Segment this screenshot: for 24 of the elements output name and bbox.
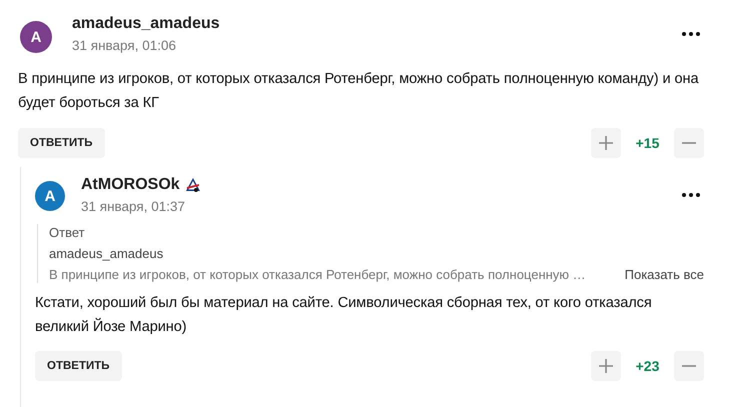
downvote-button[interactable] — [674, 351, 704, 381]
quoted-username: amadeus_amadeus — [49, 245, 164, 262]
plus-icon — [599, 136, 613, 150]
avatar: A — [20, 21, 52, 53]
username[interactable]: amadeus_amadeus — [72, 15, 220, 33]
more-icon[interactable] — [682, 32, 700, 36]
more-icon[interactable] — [682, 193, 700, 197]
comment-text: В принципе из игроков, от которых отказался Ротенберг, можно собрать полноценную команду) и она будет бороться за КГ — [18, 70, 700, 113]
comment-text: Кстати, хороший был бы материал на сайте. Символическая сборная тех, от кого отказался великий Йозе Марино) — [35, 294, 653, 337]
quoted-text: В принципе из игроков, от которых отказался Ротенберг, можно собрать полноценную … — [49, 266, 586, 283]
vote-score: +15 — [634, 135, 660, 151]
plus-icon — [599, 359, 613, 373]
username[interactable]: AtMOROSOk — [81, 176, 180, 194]
quote-label: Ответ — [49, 224, 86, 241]
upvote-button[interactable] — [591, 128, 621, 158]
comment-date: 31 января, 01:37 — [81, 199, 186, 214]
reply-button[interactable]: ОТВЕТИТЬ — [35, 351, 122, 381]
avatar: A — [35, 181, 65, 211]
comment-date: 31 января, 01:06 — [72, 38, 178, 53]
vote-score: +23 — [634, 358, 660, 374]
upvote-button[interactable] — [591, 351, 621, 381]
show-all-link[interactable]: Показать все — [624, 266, 704, 283]
downvote-button[interactable] — [674, 128, 704, 158]
reply-button[interactable]: ОТВЕТИТЬ — [18, 128, 105, 158]
